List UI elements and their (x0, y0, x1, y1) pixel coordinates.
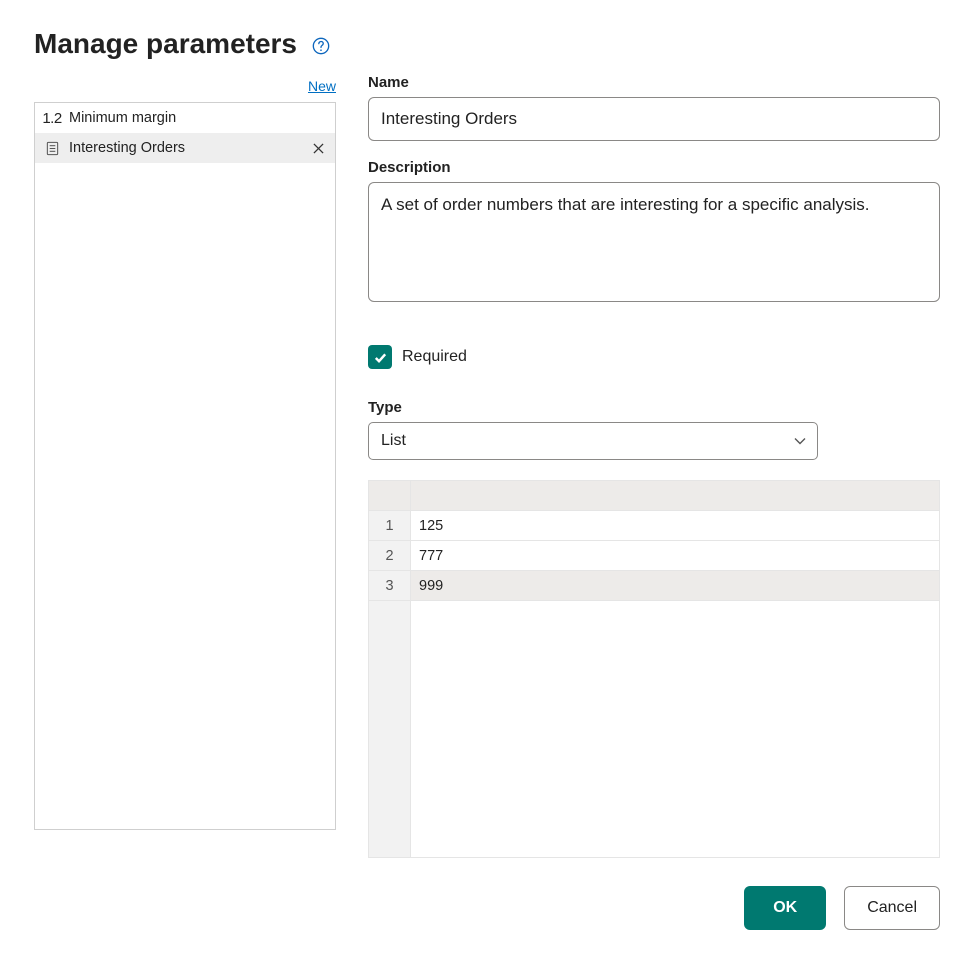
grid-value-cell[interactable]: 777 (411, 541, 940, 570)
delete-parameter-icon[interactable] (307, 137, 329, 159)
type-field-label: Type (368, 399, 940, 416)
name-input[interactable] (368, 97, 940, 141)
grid-header (369, 481, 940, 511)
help-icon[interactable] (309, 34, 333, 58)
list-type-icon (41, 137, 63, 159)
parameter-row[interactable]: Interesting Orders (35, 133, 335, 163)
grid-value-cell[interactable]: 125 (411, 511, 940, 540)
description-input[interactable]: A set of order numbers that are interest… (368, 182, 940, 302)
cancel-button[interactable]: Cancel (844, 886, 940, 930)
parameter-form-pane: Name Description A set of order numbers … (368, 74, 940, 858)
ok-button[interactable]: OK (744, 886, 826, 930)
parameter-listbox[interactable]: 1.2 Minimum margin Interesting Orders (34, 102, 336, 830)
dialog-footer: OK Cancel (34, 886, 940, 930)
type-select-value: List (381, 432, 406, 450)
dialog-title: Manage parameters (34, 28, 297, 60)
grid-empty-area (369, 601, 940, 858)
new-parameter-link[interactable]: New (308, 74, 336, 98)
grid-value-cell[interactable]: 999 (411, 571, 940, 600)
grid-header-cell (411, 481, 940, 510)
values-grid[interactable]: 1 125 2 777 3 999 (368, 480, 940, 858)
grid-rownum: 2 (369, 541, 411, 570)
parameter-row[interactable]: 1.2 Minimum margin (35, 103, 335, 133)
type-select[interactable]: List (368, 422, 818, 460)
grid-row[interactable]: 3 999 (369, 571, 940, 601)
grid-rownum: 1 (369, 511, 411, 540)
number-type-icon: 1.2 (41, 107, 63, 129)
parameter-label: Minimum margin (69, 110, 329, 126)
grid-rownum: 3 (369, 571, 411, 600)
grid-corner-cell (369, 481, 411, 510)
grid-row[interactable]: 1 125 (369, 511, 940, 541)
name-field-label: Name (368, 74, 940, 91)
description-field-label: Description (368, 159, 940, 176)
required-checkbox-label: Required (402, 348, 467, 366)
parameter-label: Interesting Orders (69, 140, 307, 156)
parameter-list-pane: New 1.2 Minimum margin (34, 74, 336, 830)
grid-row[interactable]: 2 777 (369, 541, 940, 571)
manage-parameters-dialog: Manage parameters New 1.2 Minimum margin (0, 0, 974, 954)
required-checkbox[interactable] (368, 345, 392, 369)
